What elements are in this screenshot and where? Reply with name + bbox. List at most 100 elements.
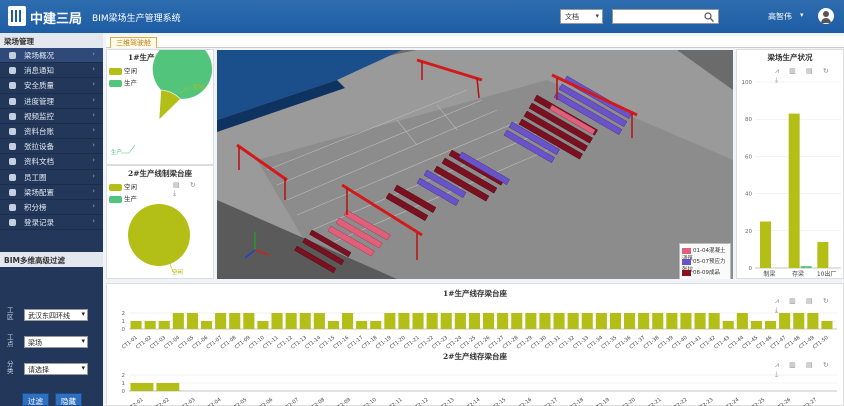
sidebar-item-2[interactable]: 安全质量 › (0, 78, 103, 94)
y-tick-label: 1 (122, 319, 126, 325)
y-tick-label: 2 (122, 373, 126, 379)
bar (595, 313, 607, 329)
sidebar-item-3[interactable]: 进度管理 › (0, 94, 103, 109)
bar (215, 313, 227, 329)
sidebar-menu: 梁场概况 › 消息通知 › 安全质量 › 进度管理 › 视频监控 › 资料台账 › 张拉设备 › 资料文档 ›… (0, 48, 103, 231)
x-tick-label: CT2-20 (619, 397, 637, 406)
bim-3d-scene[interactable] (217, 50, 733, 279)
x-tick-label: CT2-13 (438, 397, 456, 406)
x-tick-label: CT2-07 (282, 397, 300, 406)
sidebar-item-label: 梁场配置 (24, 187, 54, 197)
pie-panel-1: 1#生产线制梁台座 空闲 生产 ▤ ↻ ⤓ 空闲 生产 (106, 49, 214, 165)
x-tick-label: CT2-02 (153, 397, 171, 406)
filter-label-category: 分类 (7, 360, 14, 375)
sidebar-item-9[interactable]: 梁场配置 › (0, 185, 103, 200)
scene-legend-item: 08-09成品 (682, 268, 728, 279)
chevron-down-icon: ▾ (595, 12, 599, 20)
search-icon[interactable] (704, 12, 714, 22)
chevron-right-icon: › (92, 171, 95, 180)
user-menu-chevron-icon[interactable]: ▾ (800, 11, 804, 19)
y-tick-label: 1 (122, 381, 126, 387)
bar (624, 313, 636, 329)
pie-chart-2 (128, 204, 190, 273)
sidebar-item-label: 积分榜 (24, 202, 47, 212)
y-tick-label: 20 (745, 229, 752, 235)
chevron-right-icon: › (92, 141, 95, 150)
y-tick-label: 0 (122, 327, 126, 333)
bar (440, 313, 452, 329)
filter-header: BIM多维高级过滤 (0, 252, 103, 267)
log-icon (9, 219, 16, 227)
y-tick-label: 0 (122, 389, 126, 395)
bar (807, 313, 819, 329)
y-tick-label: 80 (745, 117, 752, 123)
sidebar-item-5[interactable]: 资料台账 › (0, 124, 103, 140)
pie-slice-idle-2 (128, 204, 190, 266)
bar (370, 321, 382, 329)
y-tick-label: 0 (749, 266, 753, 272)
sidebar-item-label: 梁场概况 (24, 51, 54, 60)
bar (736, 313, 748, 329)
pie-label-production-1: 生产 (111, 150, 123, 156)
sidebar-item-label: 资料文档 (24, 157, 54, 167)
x-tick-label: CT1-50 (812, 335, 830, 351)
book-icon (9, 127, 16, 135)
sidebar-item-1[interactable]: 消息通知 › (0, 63, 103, 79)
bar (257, 321, 269, 329)
search-type-select[interactable]: 文档 ▾ (560, 9, 603, 24)
bar (638, 313, 650, 329)
chevron-right-icon: › (92, 217, 95, 226)
user-name[interactable]: 高智伟 (768, 11, 792, 22)
chevron-down-icon: ▾ (81, 337, 85, 345)
chevron-right-icon: › (92, 110, 95, 119)
chevron-right-icon: › (92, 125, 95, 134)
bar (299, 313, 311, 329)
bar (581, 313, 593, 329)
category-select[interactable]: 请选择 ▾ (24, 363, 88, 375)
sidebar-item-4[interactable]: 视频监控 › (0, 109, 103, 124)
bar (285, 313, 297, 329)
filter-button[interactable]: 过滤 (22, 393, 49, 406)
sidebar-item-6[interactable]: 张拉设备 › (0, 139, 103, 155)
chevron-right-icon: › (92, 186, 95, 195)
filter-label-area: 工区 (7, 306, 14, 321)
home-icon (9, 52, 16, 59)
sidebar-item-11[interactable]: 登录记录 › (0, 215, 103, 231)
bim-3d-viewport[interactable]: 01-04混凝土浇筑 05-07预应力张拉 08-09成品 (217, 50, 733, 279)
chat-icon (9, 173, 16, 181)
bar (497, 313, 509, 329)
chart-icon (9, 97, 16, 105)
sidebar-item-8[interactable]: 员工圈 › (0, 170, 103, 185)
sidebar-item-7[interactable]: 资料文档 › (0, 154, 103, 170)
area-select[interactable]: 武汉东四环线 ▾ (24, 309, 88, 321)
x-tick-label: CT2-18 (567, 397, 585, 406)
x-tick-label: CT2-05 (230, 397, 248, 406)
bar (525, 313, 537, 329)
sidebar-item-0[interactable]: 梁场概况 › (0, 48, 103, 64)
search-input[interactable] (612, 9, 719, 24)
bar (243, 313, 255, 329)
x-tick-label: CT2-22 (671, 397, 689, 406)
pie-panel-2: 2#生产线制梁台座 空闲 生产 ▤ ↻ ⤓ 空闲 (106, 165, 214, 279)
bar (800, 266, 812, 268)
x-tick-label: CT2-04 (205, 397, 223, 406)
sidebar-item-label: 登录记录 (24, 218, 54, 228)
filter-row-category: 分类 请选择 ▾ (4, 361, 100, 377)
hide-button[interactable]: 隐藏 (55, 393, 82, 406)
sidebar-item-10[interactable]: 积分榜 › (0, 200, 103, 216)
bar (553, 313, 565, 329)
y-tick-label: 100 (742, 80, 753, 86)
avatar[interactable] (818, 8, 834, 24)
bar (130, 321, 142, 329)
company-logo (8, 6, 26, 26)
filter-label-site: 工点 (7, 333, 14, 348)
chevron-right-icon: › (92, 156, 95, 165)
tab-3d-cockpit[interactable]: 三维驾驶舱 (110, 37, 157, 48)
sidebar-item-label: 员工圈 (24, 172, 47, 182)
bar (788, 113, 800, 268)
site-select[interactable]: 梁场 ▾ (24, 336, 88, 348)
bar (722, 321, 734, 329)
x-tick-label: CT2-10 (360, 397, 378, 406)
bar (356, 321, 368, 329)
bar (454, 313, 466, 329)
